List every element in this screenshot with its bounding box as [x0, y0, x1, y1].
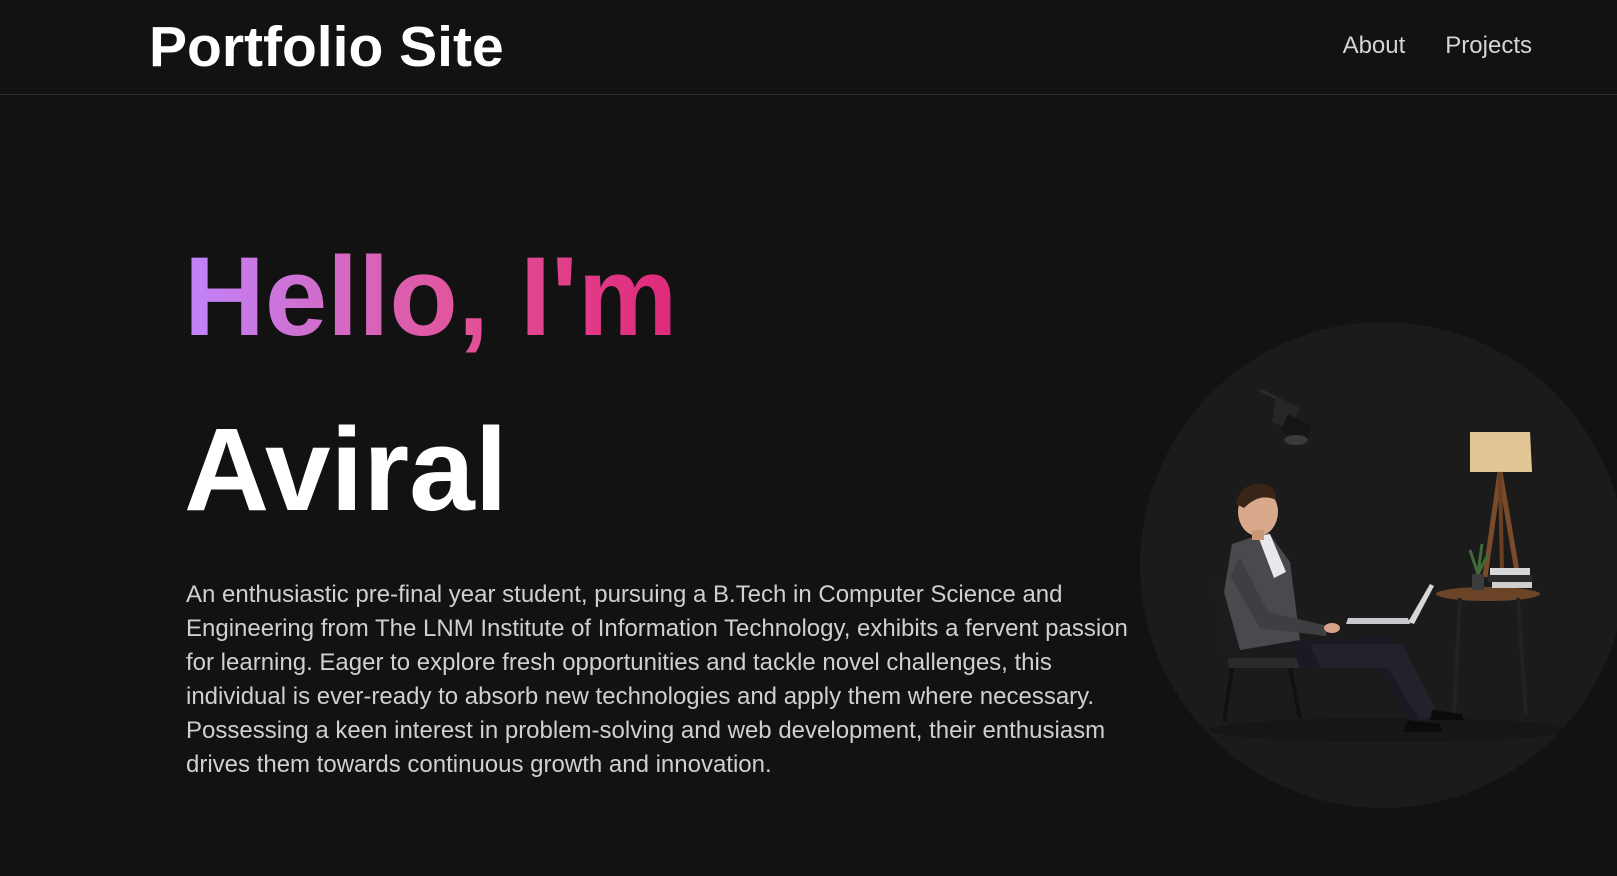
nav-links: About Projects: [1343, 30, 1532, 62]
site-brand[interactable]: Portfolio Site: [149, 14, 504, 80]
hero-greeting: Hello, I'm: [184, 232, 677, 362]
nav-link-projects[interactable]: Projects: [1445, 30, 1532, 62]
hero-bio: An enthusiastic pre-final year student, …: [186, 581, 1128, 778]
navbar: Portfolio Site About Projects: [0, 0, 1617, 95]
nav-link-about[interactable]: About: [1343, 30, 1406, 62]
hero-illustration: [1140, 322, 1617, 808]
person-working-on-laptop-icon: [1210, 388, 1570, 742]
hero-name: Aviral: [184, 404, 508, 536]
